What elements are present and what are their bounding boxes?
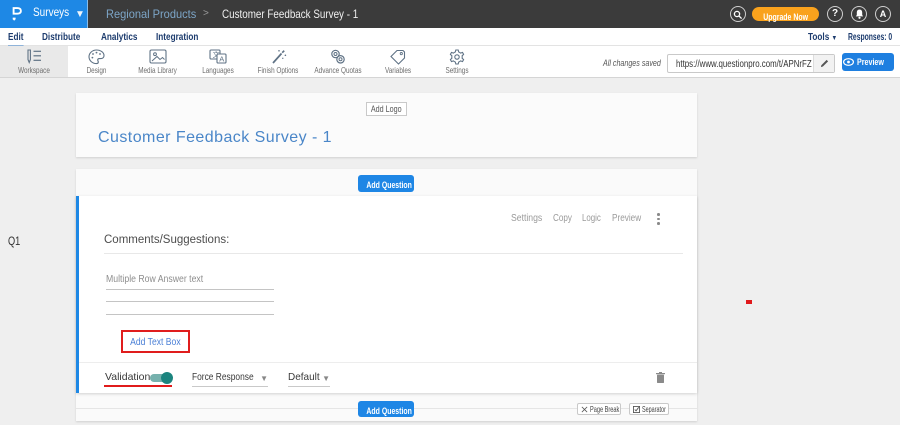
svg-text:A: A xyxy=(219,54,224,63)
